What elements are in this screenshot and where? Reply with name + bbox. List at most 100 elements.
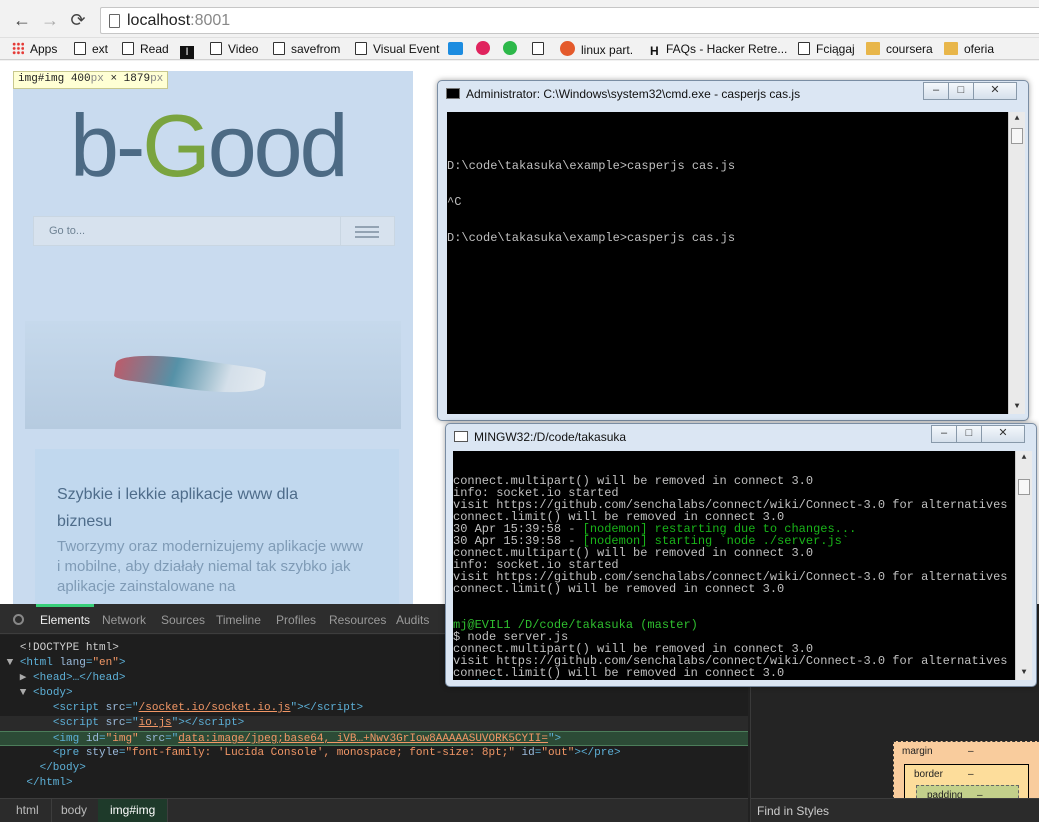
console-line: ^C <box>447 195 462 209</box>
address-bar[interactable]: localhost:8001 <box>100 7 1039 34</box>
site-logo[interactable]: b-Good <box>70 91 349 201</box>
devtools-tab-bar: Elements Network Sources Timeline Profil… <box>0 604 445 634</box>
maximize-icon[interactable]: □ <box>948 82 974 100</box>
bookmark-spotify[interactable] <box>503 41 523 58</box>
hamburger-icon[interactable] <box>340 217 394 245</box>
crumb-html[interactable]: html <box>4 799 52 822</box>
terminal-icon <box>454 431 468 442</box>
window-controls: – □ ✕ <box>923 82 1023 100</box>
scroll-thumb[interactable] <box>1018 479 1030 495</box>
page-icon <box>273 42 285 55</box>
scroll-up-icon[interactable]: ▲ <box>1009 112 1025 126</box>
mingw-console[interactable]: connect.multipart() will be removed in c… <box>453 451 1032 680</box>
tab-timeline[interactable]: Timeline <box>216 613 261 627</box>
cmd-title: Administrator: C:\Windows\system32\cmd.e… <box>446 87 800 101</box>
scroll-thumb[interactable] <box>1011 128 1023 144</box>
scroll-up-icon[interactable]: ▲ <box>1016 451 1032 465</box>
bookmark-video[interactable]: Video <box>210 41 258 58</box>
reload-icon[interactable]: ⟳ <box>68 10 88 30</box>
play-icon <box>476 41 490 55</box>
box-model-margin: margin – border – padding – <box>893 741 1039 809</box>
crumb-img[interactable]: img#img <box>98 799 169 822</box>
bookmark-read[interactable]: Read <box>122 41 169 58</box>
spotify-icon <box>503 41 517 55</box>
bookmark-page[interactable] <box>532 41 550 58</box>
inspect-search-icon[interactable] <box>13 614 24 625</box>
goto-menu[interactable]: Go to... <box>33 216 395 246</box>
browser-toolbar: ← → ⟳ localhost:8001 <box>0 0 1039 38</box>
cmd-window[interactable]: Administrator: C:\Windows\system32\cmd.e… <box>437 80 1029 421</box>
cmd-console[interactable]: D:\code\takasuka\example>casperjs cas.js… <box>447 112 1025 414</box>
highlighted-image[interactable]: b-Good Go to... Szybkie i lekkie aplikac… <box>13 71 413 604</box>
bookmark-apps[interactable]: Apps <box>12 41 57 58</box>
camera-icon <box>448 42 463 55</box>
tab-network[interactable]: Network <box>102 613 146 627</box>
instapaper-icon: I <box>180 46 194 59</box>
forward-arrow-icon[interactable]: → <box>40 10 60 30</box>
tab-profiles[interactable]: Profiles <box>276 613 316 627</box>
page-icon <box>532 42 544 55</box>
console-line: D:\code\takasuka\example>casperjs cas.js <box>447 159 736 173</box>
dom-line[interactable]: <pre style="font-family: 'Lucida Console… <box>0 746 748 761</box>
bookmark-faqs[interactable]: H FAQs - Hacker Retre... <box>650 41 787 58</box>
scroll-down-icon[interactable]: ▼ <box>1016 666 1032 680</box>
bookmark-instapaper[interactable]: I <box>180 41 200 59</box>
dom-line[interactable]: ▼ <body> <box>0 686 748 701</box>
back-arrow-icon[interactable]: ← <box>12 10 32 30</box>
hero-image <box>25 321 401 429</box>
page-icon <box>210 42 222 55</box>
tab-resources[interactable]: Resources <box>329 613 386 627</box>
console-output: connect.multipart() will be removed in c… <box>453 475 1032 680</box>
folder-icon <box>866 42 880 55</box>
mingw-window[interactable]: MINGW32:/D/code/takasuka – □ ✕ connect.m… <box>445 423 1037 687</box>
dom-line[interactable]: </body> <box>0 761 748 776</box>
page-icon <box>74 42 86 55</box>
card-heading: Szybkie i lekkie aplikacje www dla bizne… <box>57 486 298 530</box>
minimize-icon[interactable]: – <box>931 425 957 443</box>
mingw-scrollbar[interactable]: ▲ ▼ <box>1015 451 1032 680</box>
bookmark-play[interactable] <box>476 41 496 58</box>
tab-audits[interactable]: Audits <box>396 613 429 627</box>
bookmark-visual-event[interactable]: Visual Event <box>355 41 440 58</box>
url-text[interactable]: localhost:8001 <box>127 12 230 30</box>
h-icon: H <box>650 44 659 58</box>
dom-line[interactable]: <script src="/socket.io/socket.io.js"></… <box>0 701 748 716</box>
close-icon[interactable]: ✕ <box>981 425 1025 443</box>
window-controls: – □ ✕ <box>931 425 1031 443</box>
find-in-styles-input[interactable]: Find in Styles <box>751 798 1039 822</box>
bookmark-linux-part[interactable]: linux part. <box>560 41 633 58</box>
close-icon[interactable]: ✕ <box>973 82 1017 100</box>
card-text: Tworzymy oraz modernizujemy aplikacje ww… <box>57 538 363 595</box>
dom-line[interactable]: </html> <box>0 776 748 791</box>
tab-elements[interactable]: Elements <box>35 604 95 627</box>
bookmark-ext[interactable]: ext <box>74 41 108 58</box>
bookmark-savefrom[interactable]: savefrom <box>273 41 340 58</box>
element-size-tooltip: img#img 400px × 1879px <box>13 71 169 89</box>
bookmark-coursera[interactable]: coursera <box>866 41 933 58</box>
dom-line-selected[interactable]: <img id="img" src="data:image/jpeg;base6… <box>0 731 748 746</box>
maximize-icon[interactable]: □ <box>956 425 982 443</box>
page-icon <box>798 42 810 55</box>
bookmark-camera[interactable] <box>448 41 469 58</box>
bookmark-oferia[interactable]: oferia <box>944 41 994 58</box>
console-line: connect.limit() will be removed in conne… <box>453 582 785 596</box>
folder-icon <box>944 42 958 55</box>
ask-icon <box>560 41 575 56</box>
feature-card: Szybkie i lekkie aplikacje www dla bizne… <box>35 449 399 604</box>
scroll-down-icon[interactable]: ▼ <box>1009 400 1025 414</box>
goto-label: Go to... <box>49 225 86 237</box>
dom-line[interactable]: <script src="io.js"></script> <box>0 716 748 731</box>
console-line: D:\code\takasuka\example>casperjs cas.js <box>447 231 736 245</box>
cmd-scrollbar[interactable]: ▲ ▼ <box>1008 112 1025 414</box>
page-icon <box>355 42 367 55</box>
mingw-title: MINGW32:/D/code/takasuka <box>454 430 626 444</box>
feather-image <box>113 348 267 400</box>
page-icon <box>122 42 134 55</box>
crumb-body[interactable]: body <box>49 799 101 822</box>
page-icon <box>109 14 120 28</box>
tab-sources[interactable]: Sources <box>161 613 205 627</box>
minimize-icon[interactable]: – <box>923 82 949 100</box>
bookmark-fciagaj[interactable]: Fciągaj <box>798 41 855 58</box>
console-icon <box>446 88 460 99</box>
breadcrumb: html body img#img <box>0 798 748 822</box>
